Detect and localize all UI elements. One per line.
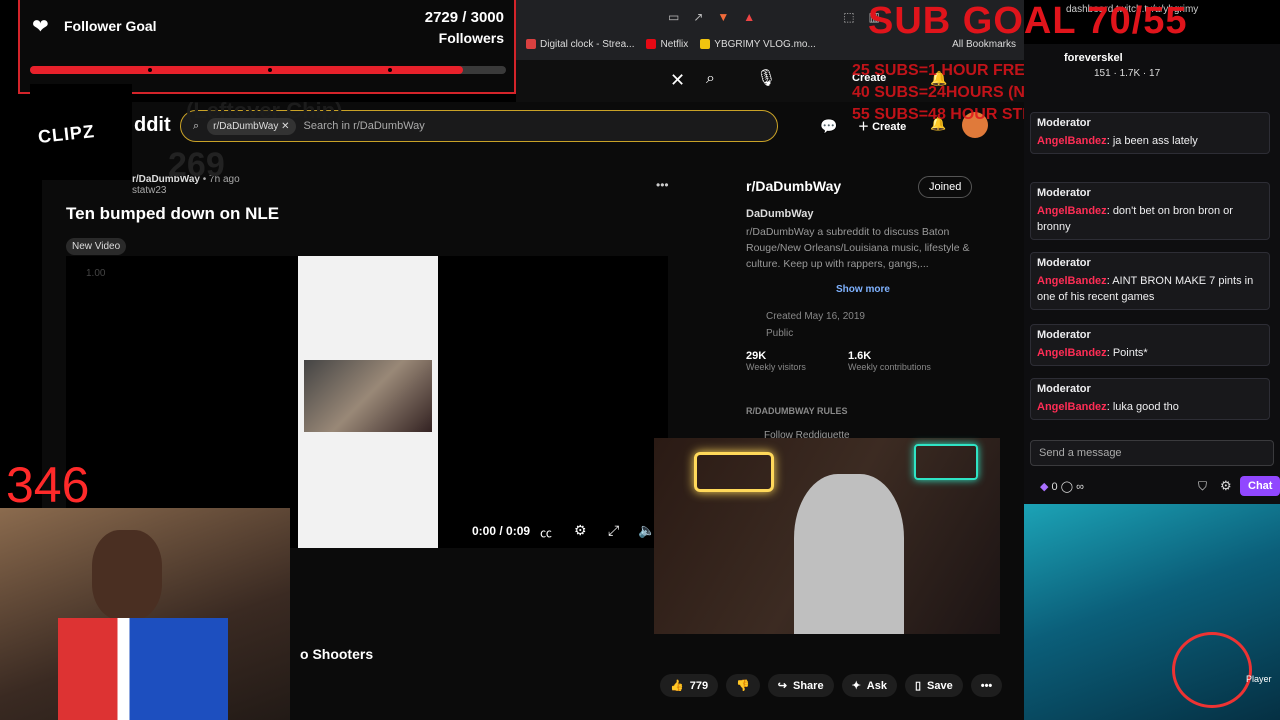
share-button[interactable]: ↪ Share [767, 674, 834, 697]
search-icon[interactable]: ⌕ [706, 70, 715, 88]
weekly-visitors: 29K Weekly visitors [746, 350, 806, 372]
captions-icon[interactable]: ㏄ [540, 524, 552, 541]
sidebar-sub-name[interactable]: r/DaDumbWay [746, 178, 841, 194]
alert-icon[interactable]: ▲ [743, 10, 755, 24]
stream-counter: 346 [6, 457, 90, 513]
share-icon: ↪ [777, 680, 787, 692]
follower-progress-bar [30, 66, 506, 74]
volume-icon[interactable]: 🔈 [638, 522, 655, 539]
clipz-logo: CLIPZ [30, 84, 132, 180]
bookmark-item[interactable]: YBGRIMY VLOG.mo... [700, 39, 816, 50]
fullscreen-icon[interactable]: ⤢ [608, 522, 619, 539]
ghost-counter: 269 [168, 146, 225, 184]
follower-progress-fill [30, 66, 464, 74]
follower-goal-title: Follower Goal [64, 18, 157, 34]
progress-tick [268, 68, 272, 72]
sidebar-description: r/DaDumbWay a subreddit to discuss Baton… [746, 226, 970, 270]
webcam-reactor [654, 438, 1000, 634]
chat-header-stats: 151 · 1.7K · 17 [1094, 68, 1161, 79]
points-icon: ◆ [1040, 481, 1049, 493]
post-title[interactable]: Ten bumped down on NLE [66, 204, 279, 224]
follower-count: 2729 / 3000 Followers [424, 9, 504, 46]
sub-goal-title: SUB GOAL 70/55 [868, 0, 1188, 42]
joined-button[interactable]: Joined [918, 176, 973, 198]
more-actions-button[interactable]: ••• [970, 674, 1003, 697]
tab-toolbar: ▭ ↗ ▼ ▲ ⬚ ▥ [668, 10, 880, 24]
settings-icon[interactable]: ⚙ [574, 522, 587, 539]
chat-header-user[interactable]: foreverskel [1064, 52, 1123, 64]
shield-icon[interactable]: ⛉ [1198, 479, 1207, 494]
ghost-text: (Leftover Chip) [186, 98, 343, 123]
bookmark-icon [700, 39, 711, 49]
bookmark-item[interactable]: Netflix [646, 39, 688, 50]
sparkle-icon: ✦ [851, 680, 861, 692]
heart-icon: ❤ [32, 16, 49, 38]
rules-title: R/DADUMBWAY RULES [746, 406, 848, 416]
streamer-shirt [58, 618, 228, 720]
visibility: Public [766, 328, 794, 339]
video-frame [298, 256, 438, 548]
weekly-contributions: 1.6K Weekly contributions [848, 350, 931, 372]
mic-icon[interactable]: 🎙 [756, 68, 776, 88]
neon-sign [914, 444, 978, 480]
chat-message[interactable]: Moderator AngelBandez: ja been ass lately [1030, 112, 1270, 154]
bookmark-icon [526, 39, 536, 49]
video-time: 0:00 / 0:09 [472, 524, 531, 538]
streamer-head [92, 530, 162, 620]
chat-icon[interactable]: 💬 [820, 118, 837, 135]
bookmark-item[interactable]: Digital clock - Strea... [526, 39, 634, 50]
chat-input[interactable]: Send a message [1030, 440, 1274, 466]
show-more-button[interactable]: Show more [836, 284, 890, 295]
webcam-streamer [0, 508, 290, 720]
chat-message[interactable]: Moderator AngelBandez: don't bet on bron … [1030, 182, 1270, 240]
clear-search-icon[interactable]: ✕ [670, 70, 685, 91]
chat-message[interactable]: Moderator AngelBandez: luka good tho [1030, 378, 1270, 420]
created-date: Created May 16, 2019 [766, 311, 865, 322]
playback-rate: 1.00 [86, 268, 106, 279]
twitch-chat: foreverskel 151 · 1.7K · 17 Moderator Ang… [1024, 44, 1280, 504]
ask-button[interactable]: ✦ Ask [841, 674, 897, 697]
chat-send-button[interactable]: Chat [1240, 476, 1280, 496]
progress-tick [388, 68, 392, 72]
chat-message[interactable]: Moderator AngelBandez: Points* [1030, 324, 1270, 366]
gear-icon[interactable]: ⚙ [1220, 478, 1232, 494]
video-thumbnail [304, 360, 432, 432]
share-icon[interactable]: ↗ [693, 10, 703, 24]
reactor-person [794, 474, 904, 634]
more-options-icon[interactable]: ••• [656, 178, 669, 192]
channel-points[interactable]: ◆ 0 ◯ ∞ [1040, 480, 1084, 493]
player-label: Player [1246, 674, 1272, 684]
dislike-button[interactable]: 👎 [726, 674, 760, 697]
neon-sign [694, 452, 774, 492]
thumbs-up-icon: 👍 [670, 680, 684, 692]
cast-icon[interactable]: ▭ [668, 10, 679, 24]
chat-message[interactable]: Moderator AngelBandez: AINT BRON MAKE 7 p… [1030, 252, 1270, 310]
reddit-logo[interactable]: ddit [134, 114, 171, 137]
video-actions: 👍 779 👎 ↪ Share ✦ Ask ▯ Save ••• [660, 674, 1003, 697]
save-button[interactable]: ▯ Save [904, 674, 963, 697]
progress-tick [148, 68, 152, 72]
brave-icon[interactable]: ▼ [717, 10, 729, 24]
next-video-title[interactable]: o Shooters [300, 646, 373, 662]
follower-goal-widget: ❤ Follower Goal 2729 / 3000 Followers [18, 0, 516, 94]
bookmark-icon: ▯ [914, 680, 922, 692]
thumbs-down-icon: 👎 [736, 680, 750, 692]
bookmark-icon [646, 39, 657, 49]
channel-logo [1172, 632, 1252, 708]
sidebar-title: DaDumbWay [746, 208, 814, 220]
like-button[interactable]: 👍 779 [660, 674, 719, 697]
post-flair[interactable]: New Video [66, 238, 127, 255]
